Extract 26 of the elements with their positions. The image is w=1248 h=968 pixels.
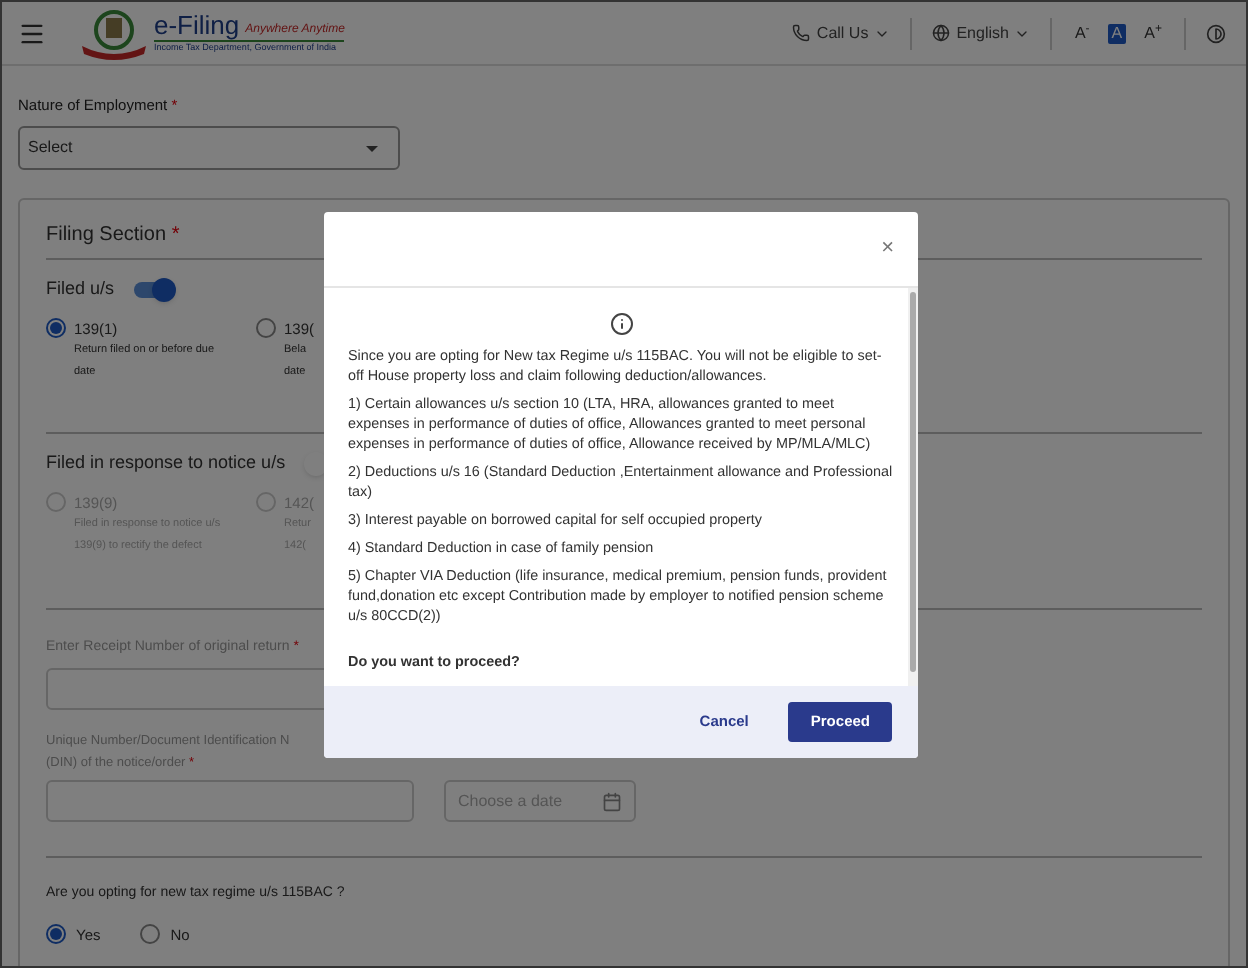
font-size-button[interactable]: A$^{-}$ <box>1072 25 1092 41</box>
font-size-button[interactable]: A$^{+}$ <box>1142 25 1164 41</box>
close-button[interactable]: × <box>881 232 894 266</box>
group-title: Filed u/s <box>46 276 115 303</box>
info-icon <box>610 312 634 336</box>
phone-icon <box>792 24 811 42</box>
group-title: Filed in response to notice u/s <box>46 450 286 477</box>
font-size-button[interactable]: A <box>1107 23 1127 43</box>
radio-button[interactable] <box>46 924 66 945</box>
contrast-icon[interactable] <box>1206 23 1226 43</box>
calendar-icon <box>602 791 622 812</box>
logo-title: e-Filing <box>154 12 240 39</box>
dropdown-caret-icon <box>366 145 378 152</box>
language-button[interactable]: English <box>932 21 1031 45</box>
menu-icon[interactable] <box>18 19 46 47</box>
globe-icon <box>932 24 951 42</box>
radio-button[interactable] <box>256 317 276 338</box>
emblem-logo-icon <box>78 7 150 59</box>
radio-button[interactable] <box>140 924 161 945</box>
required-mark: * <box>171 224 180 247</box>
toggle-switch[interactable] <box>134 282 175 298</box>
input-field[interactable] <box>46 780 414 823</box>
select-field[interactable]: Select <box>18 126 400 171</box>
call-us-button[interactable]: Call Us <box>792 21 891 45</box>
section-title: Filing Section <box>46 224 169 247</box>
radio-button[interactable] <box>46 317 66 338</box>
